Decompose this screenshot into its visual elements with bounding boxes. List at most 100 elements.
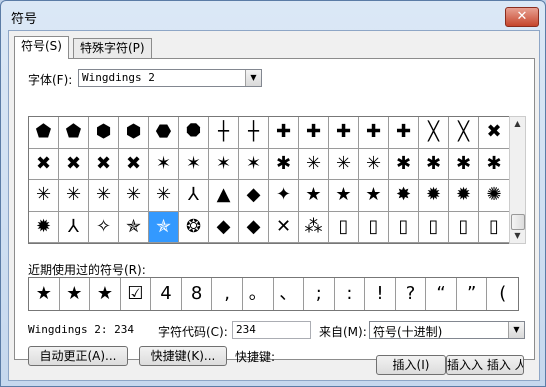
symbol-cell[interactable]: ▯ (329, 211, 359, 243)
symbol-cell[interactable]: ✳ (119, 180, 149, 212)
from-select[interactable]: 符号(十进制) ▼ (369, 321, 525, 339)
symbol-cell[interactable]: ✱ (389, 148, 419, 180)
scrollbar-thumb[interactable] (511, 214, 525, 230)
recent-symbol-cell[interactable]: , (212, 278, 243, 310)
symbol-cell[interactable]: ⬟ (29, 117, 59, 149)
chevron-down-icon[interactable]: ▼ (245, 70, 261, 86)
symbol-cell[interactable]: ✚ (389, 117, 419, 149)
recent-symbol-cell[interactable]: ! (365, 278, 396, 310)
symbol-cell[interactable]: ╳ (449, 117, 479, 149)
title-bar[interactable]: 符号 ✕ (1, 1, 545, 31)
symbol-cell[interactable]: ✚ (329, 117, 359, 149)
close-button[interactable]: ✕ (505, 7, 539, 27)
recent-symbol-cell[interactable]: 、 (274, 278, 305, 310)
symbol-cell[interactable]: ✶ (239, 148, 269, 180)
recent-symbol-cell[interactable]: ★ (29, 278, 60, 310)
symbol-grid-scrollbar[interactable]: ▲ ▼ (509, 116, 526, 244)
symbol-cell[interactable]: ❂ (179, 211, 209, 243)
symbol-cell[interactable]: ✕ (269, 211, 299, 243)
symbol-cell[interactable]: ◆ (239, 211, 269, 243)
recent-symbol-cell[interactable]: ? (396, 278, 427, 310)
recent-symbol-cell[interactable]: ★ (60, 278, 91, 310)
recent-symbol-cell[interactable]: “ (426, 278, 457, 310)
symbol-cell[interactable]: ✚ (359, 117, 389, 149)
symbol-cell[interactable]: ✱ (479, 149, 509, 180)
symbol-cell[interactable]: ✺ (479, 180, 509, 212)
symbol-cell[interactable]: ✹ (449, 180, 479, 212)
recent-symbol-cell[interactable]: 8 (182, 278, 213, 310)
symbol-cell[interactable]: ✳ (359, 148, 389, 180)
symbol-cell[interactable]: ✶ (209, 148, 239, 180)
symbol-cell[interactable]: ⁂ (299, 211, 329, 243)
recent-symbol-cell[interactable]: 。 (243, 278, 274, 310)
recent-symbol-cell[interactable]: 4 (151, 278, 182, 310)
scroll-up-icon[interactable]: ▲ (510, 117, 525, 131)
symbol-cell[interactable]: ◆ (239, 180, 269, 212)
autocorrect-button[interactable]: 自动更正(A)... (28, 346, 128, 366)
symbol-cell[interactable]: ✚ (269, 117, 299, 149)
insert-button[interactable]: 插入(I) (376, 355, 446, 375)
symbol-cell[interactable]: ✦ (269, 180, 299, 212)
tab-symbols[interactable]: 符号(S) (14, 36, 69, 59)
symbol-cell[interactable]: ✳ (149, 180, 179, 212)
recent-symbol-cell[interactable]: ( (487, 278, 518, 310)
symbol-cell[interactable]: ✖ (479, 117, 509, 149)
symbol-cell[interactable]: ✱ (449, 148, 479, 180)
recent-symbol-cell[interactable]: ” (457, 278, 488, 310)
symbol-cell[interactable]: ✯ (149, 211, 179, 243)
recent-symbol-cell[interactable]: ; (304, 278, 335, 310)
symbol-cell[interactable]: ✸ (389, 180, 419, 212)
symbol-cell[interactable]: ✖ (119, 148, 149, 180)
symbol-cell[interactable]: ┼ (209, 117, 239, 149)
symbol-cell[interactable]: ⬢ (89, 117, 119, 149)
symbol-cell[interactable]: ▯ (359, 211, 389, 243)
symbol-cell[interactable]: ⯃ (179, 117, 209, 149)
symbol-cell[interactable]: ✖ (59, 148, 89, 180)
symbol-cell[interactable]: ✳ (29, 180, 59, 212)
symbol-grid[interactable]: ⬟ ⬟ ⬢ ⬢ ⬣ ⯃ ┼ ┼ ✚ ✚ ✚ ✚ ✚ ╳ ╳ ✖ ✖ ✖ ✖ ✖ ✶ ✶ ✶ ✶ ✱ ✳ ✳ ✳ ✱ ✱ ✱ ✱ ✳ ✳ ✳ ✳ ✳ ⅄ ▲ ◆… (28, 116, 510, 244)
symbol-cell[interactable]: ┼ (239, 117, 269, 149)
symbol-cell[interactable]: ⅄ (59, 211, 89, 243)
symbol-cell[interactable]: ✱ (419, 148, 449, 180)
symbol-cell[interactable]: ✳ (59, 180, 89, 212)
symbol-cell[interactable]: ▯ (419, 211, 449, 243)
symbol-cell[interactable]: ⅄ (179, 180, 209, 212)
symbol-cell[interactable]: ★ (359, 180, 389, 212)
symbol-cell[interactable]: ✹ (419, 180, 449, 212)
symbol-cell[interactable]: ★ (299, 180, 329, 212)
symbol-cell[interactable]: ⬣ (149, 117, 179, 149)
symbol-cell[interactable]: ◆ (209, 211, 239, 243)
font-select-value: Wingdings 2 (82, 71, 155, 84)
symbol-cell[interactable]: ✖ (29, 148, 59, 180)
symbol-cell[interactable]: ▯ (449, 211, 479, 243)
recent-symbol-cell[interactable]: ☑ (121, 278, 152, 310)
symbol-cell[interactable]: ╳ (419, 117, 449, 149)
char-code-field[interactable]: 234 (232, 321, 311, 339)
symbol-cell[interactable]: ▯ (389, 211, 419, 243)
recent-symbol-cell[interactable]: : (335, 278, 366, 310)
symbol-cell[interactable]: ✹ (29, 211, 59, 243)
symbol-cell[interactable]: ✶ (149, 148, 179, 180)
symbol-cell[interactable]: ✖ (89, 148, 119, 180)
symbol-cell[interactable]: ▲ (209, 180, 239, 212)
recent-symbols-list[interactable]: ★ ★ ★ ☑ 4 8,。、;:!? “”( (28, 277, 519, 311)
symbol-cell[interactable]: ✶ (179, 148, 209, 180)
shortcut-key-button[interactable]: 快捷键(K)... (139, 346, 227, 366)
symbol-cell[interactable]: ✳ (299, 148, 329, 180)
symbol-cell[interactable]: ⬢ (119, 117, 149, 149)
symbol-cell[interactable]: ✚ (299, 117, 329, 149)
recent-symbol-cell[interactable]: ★ (90, 278, 121, 310)
symbol-cell[interactable]: ✳ (89, 180, 119, 212)
font-select[interactable]: Wingdings 2 ▼ (78, 69, 262, 87)
tab-special-characters[interactable]: 特殊字符(P) (73, 38, 152, 58)
cancel-button[interactable]: 插入入 插入 人 入 埴 (446, 355, 524, 375)
scroll-down-icon[interactable]: ▼ (510, 229, 525, 243)
symbol-cell[interactable]: ✳ (329, 148, 359, 180)
symbol-cell[interactable]: ✯ (119, 211, 149, 243)
symbol-cell[interactable]: ✧ (89, 211, 119, 243)
symbol-cell[interactable]: ▯ (479, 212, 509, 243)
chevron-down-icon[interactable]: ▼ (508, 322, 524, 338)
symbol-cell[interactable]: ★ (329, 180, 359, 212)
symbol-cell[interactable]: ✱ (269, 148, 299, 180)
symbol-cell[interactable]: ⬟ (59, 117, 89, 149)
